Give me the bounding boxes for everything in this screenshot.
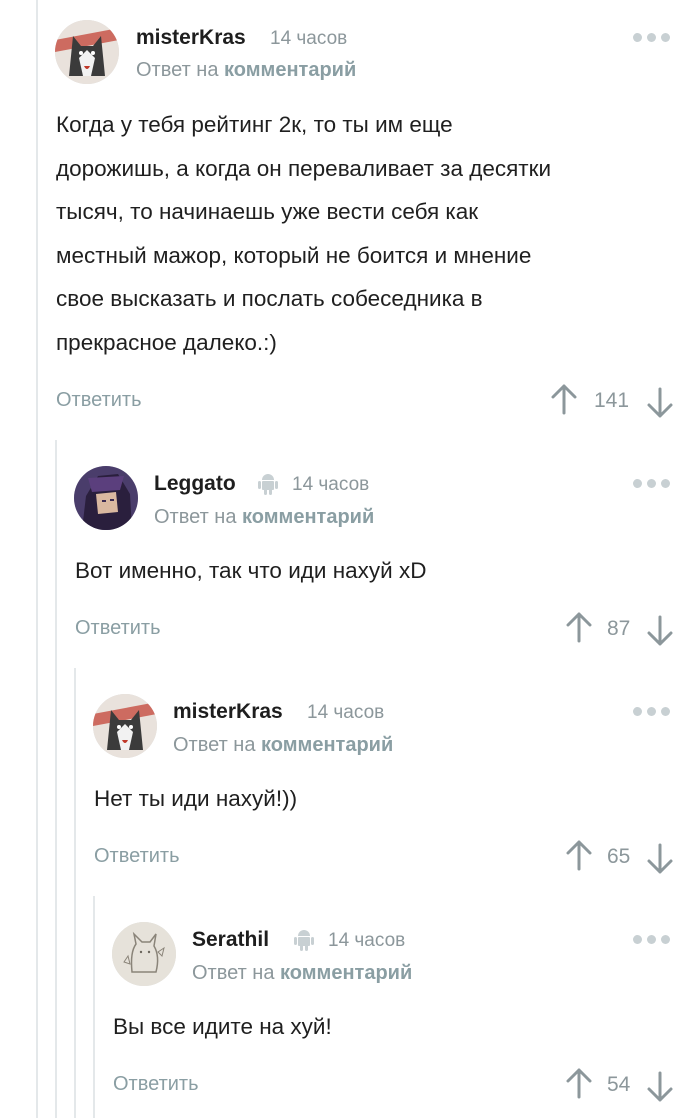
- comment-text-line: дорожишь, а когда он переваливает за дес…: [56, 155, 552, 181]
- thread-line: [74, 668, 76, 1118]
- more-options-icon[interactable]: [633, 479, 670, 488]
- reply-to-prefix: Ответ на: [136, 59, 219, 81]
- rating-count: 141: [594, 389, 630, 412]
- rating-count: 65: [607, 845, 631, 868]
- android-icon: [258, 474, 278, 495]
- reply-to-link[interactable]: комментарий: [261, 734, 393, 756]
- reply-to-prefix: Ответ на: [173, 734, 256, 756]
- comment-time: 14 часов: [292, 474, 370, 495]
- comment-text-line: местный мажор, который не боится и мнени…: [56, 242, 532, 268]
- upvote-arrow-icon[interactable]: [565, 839, 593, 871]
- upvote-arrow-icon[interactable]: [550, 383, 578, 415]
- rating-count: 87: [607, 617, 631, 640]
- anime-character-icon: [74, 466, 138, 530]
- reply-button[interactable]: Ответить: [75, 617, 161, 640]
- reply-to-link[interactable]: комментарий: [280, 962, 412, 984]
- vote-controls: 87: [565, 611, 680, 651]
- reply-button[interactable]: Ответить: [56, 389, 142, 412]
- downvote-arrow-icon[interactable]: [646, 615, 674, 647]
- reply-button[interactable]: Ответить: [113, 1073, 199, 1096]
- vote-controls: 65: [565, 839, 680, 879]
- avatar[interactable]: [112, 922, 176, 986]
- avatar[interactable]: [74, 466, 138, 530]
- vote-controls: 141: [550, 383, 680, 423]
- reply-to: Ответ на комментарий: [136, 59, 356, 82]
- comment-text: Когда у тебя рейтинг 2к, то ты им еще до…: [56, 103, 686, 364]
- comment-time: 14 часов: [328, 930, 406, 951]
- comment-text: Нет ты иди нахуй!)): [94, 777, 297, 821]
- upvote-arrow-icon[interactable]: [565, 611, 593, 643]
- avatar[interactable]: [55, 20, 119, 84]
- reply-to: Ответ на комментарий: [173, 734, 393, 757]
- comment-text-line: Вы все идите на хуй!: [113, 1014, 332, 1039]
- more-options-icon[interactable]: [633, 707, 670, 716]
- avatar[interactable]: [93, 694, 157, 758]
- downvote-arrow-icon[interactable]: [646, 843, 674, 875]
- comment-text-line: тысяч, то начинаешь уже вести себя как: [56, 199, 479, 224]
- reply-to: Ответ на комментарий: [192, 962, 412, 985]
- reply-to-prefix: Ответ на: [154, 506, 237, 528]
- author-name[interactable]: Leggato: [154, 472, 236, 496]
- reply-to-link[interactable]: комментарий: [224, 59, 356, 81]
- comment-text-line: свое высказать и послать собеседника в: [56, 286, 483, 311]
- reply-to: Ответ на комментарий: [154, 506, 374, 529]
- comment-text-line: Когда у тебя рейтинг 2к, то ты им еще: [56, 112, 453, 137]
- comment-text-line: Нет ты иди нахуй!)): [94, 786, 298, 811]
- author-name[interactable]: misterKras: [173, 700, 283, 724]
- thread-line: [55, 440, 57, 1118]
- comment-time: 14 часов: [307, 702, 385, 723]
- cat-sketch-icon: [112, 922, 176, 986]
- more-options-icon[interactable]: [633, 935, 670, 944]
- husky-icon: [93, 694, 157, 758]
- android-icon: [294, 930, 314, 951]
- reply-to-link[interactable]: комментарий: [242, 506, 374, 528]
- upvote-arrow-icon[interactable]: [565, 1067, 593, 1099]
- downvote-arrow-icon[interactable]: [646, 1071, 674, 1103]
- author-name[interactable]: Serathil: [192, 928, 269, 952]
- rating-count: 54: [607, 1073, 631, 1096]
- reply-button[interactable]: Ответить: [94, 845, 180, 868]
- thread-line: [93, 896, 95, 1118]
- comment-text-line: Вот именно, так что иди нахуй xD: [75, 558, 427, 583]
- comment-text: Вот именно, так что иди нахуй xD: [75, 549, 426, 593]
- thread-line: [36, 0, 38, 1118]
- husky-icon: [55, 20, 119, 84]
- comment-time: 14 часов: [270, 28, 348, 49]
- author-name[interactable]: misterKras: [136, 26, 246, 50]
- vote-controls: 54: [565, 1067, 680, 1107]
- more-options-icon[interactable]: [633, 33, 670, 42]
- reply-to-prefix: Ответ на: [192, 962, 275, 984]
- comment-text: Вы все идите на хуй!: [113, 1005, 332, 1049]
- downvote-arrow-icon[interactable]: [646, 387, 674, 419]
- comment-text-line: прекрасное далеко.:): [56, 329, 277, 355]
